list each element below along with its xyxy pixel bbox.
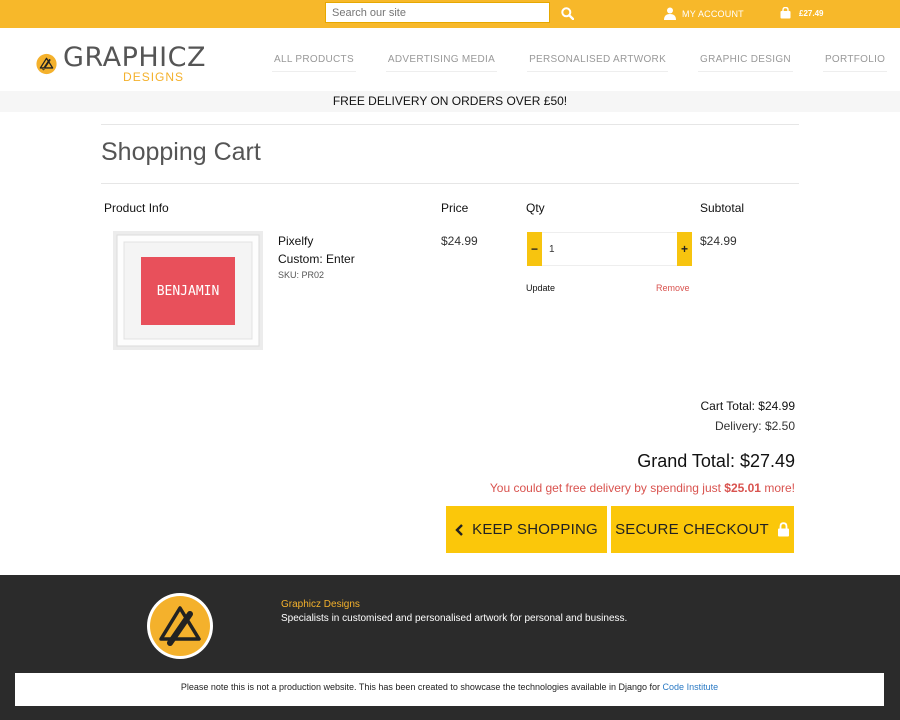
divider	[101, 124, 799, 125]
custom-value: Enter	[326, 252, 355, 266]
user-icon	[664, 7, 676, 20]
free-delivery-prefix: You could get free delivery by spending …	[489, 481, 725, 495]
col-header-product-info: Product Info	[104, 201, 169, 215]
chevron-left-icon	[455, 523, 463, 536]
site-header: GRAPHICZ DESIGNS ALL PRODUCTS ADVERTISIN…	[0, 28, 900, 92]
plus-icon: +	[680, 242, 688, 256]
search-icon	[560, 6, 574, 20]
delivery-cost: Delivery: $2.50	[714, 419, 795, 433]
lock-icon	[777, 522, 789, 537]
product-name: Pixelfy	[278, 234, 314, 248]
logo-name: GRAPHICZ	[63, 42, 206, 73]
update-link[interactable]: Update	[526, 283, 555, 293]
nav-portfolio[interactable]: PORTFOLIO	[822, 50, 888, 72]
cart-total-amount: £27.49	[799, 8, 824, 18]
nav-advertising-media[interactable]: ADVERTISING MEDIA	[385, 50, 498, 72]
product-subtotal: $24.99	[700, 234, 737, 248]
free-delivery-message: You could get free delivery by spending …	[490, 481, 795, 495]
keep-shopping-button[interactable]: KEEP SHOPPING	[446, 506, 607, 553]
shopping-bag-icon	[780, 7, 791, 19]
secure-checkout-label: SECURE CHECKOUT	[615, 521, 769, 538]
search-input[interactable]	[326, 3, 553, 23]
product-price: $24.99	[441, 234, 478, 248]
logo-subtitle: DESIGNS	[123, 70, 185, 84]
remove-link[interactable]: Remove	[656, 283, 690, 293]
page-title: Shopping Cart	[101, 138, 261, 166]
nav-all-products[interactable]: ALL PRODUCTS	[272, 50, 356, 72]
site-footer: Graphicz Designs Specialists in customis…	[0, 575, 900, 720]
nav-personalised-artwork[interactable]: PERSONALISED ARTWORK	[527, 50, 669, 72]
my-account-label: MY ACCOUNT	[682, 8, 744, 19]
secure-checkout-button[interactable]: SECURE CHECKOUT	[611, 506, 794, 553]
search-box	[325, 2, 553, 23]
col-header-subtotal: Subtotal	[700, 201, 745, 215]
logo-icon	[36, 53, 57, 75]
grand-total: Grand Total: $27.49	[637, 451, 795, 471]
product-image-text: BENJAMIN	[157, 284, 220, 299]
main-nav: ALL PRODUCTS ADVERTISING MEDIA PERSONALI…	[272, 50, 888, 72]
search-button[interactable]	[558, 4, 576, 22]
product-custom: Custom: Enter	[278, 252, 355, 266]
col-header-qty: Qty	[526, 201, 545, 215]
promo-banner: FREE DELIVERY ON ORDERS OVER £50!	[0, 91, 900, 112]
qty-decrement-button[interactable]: −	[527, 232, 542, 266]
minus-icon: −	[530, 242, 538, 256]
qty-input[interactable]	[542, 232, 677, 266]
col-header-price: Price	[441, 201, 469, 215]
divider	[101, 183, 799, 184]
product-image: BENJAMIN	[113, 231, 263, 350]
free-delivery-amount: $25.01	[724, 481, 761, 495]
product-sku: SKU: PR02	[278, 270, 325, 280]
keep-shopping-label: KEEP SHOPPING	[472, 521, 598, 538]
site-logo[interactable]: GRAPHICZ DESIGNS	[36, 38, 206, 90]
nav-graphic-design[interactable]: GRAPHIC DESIGN	[698, 50, 793, 72]
my-account-link[interactable]: MY ACCOUNT	[664, 7, 744, 20]
top-bar: MY ACCOUNT £27.49	[0, 0, 900, 28]
logo-text: GRAPHICZ DESIGNS	[63, 42, 206, 85]
cart-link[interactable]: £27.49	[780, 7, 823, 19]
custom-label: Custom:	[278, 252, 323, 266]
footer-description: Specialists in customised and personalis…	[281, 613, 628, 624]
cart-total: Cart Total: $24.99	[700, 399, 795, 413]
qty-increment-button[interactable]: +	[677, 232, 692, 266]
free-delivery-suffix: more!	[760, 481, 795, 495]
footer-notice: Please note this is not a production web…	[15, 673, 884, 706]
footer-logo-icon	[147, 593, 213, 659]
footer-company-name: Graphicz Designs	[281, 599, 360, 610]
notice-text: Please note this is not a production web…	[180, 682, 663, 692]
code-institute-link[interactable]: Code Institute	[663, 682, 719, 692]
